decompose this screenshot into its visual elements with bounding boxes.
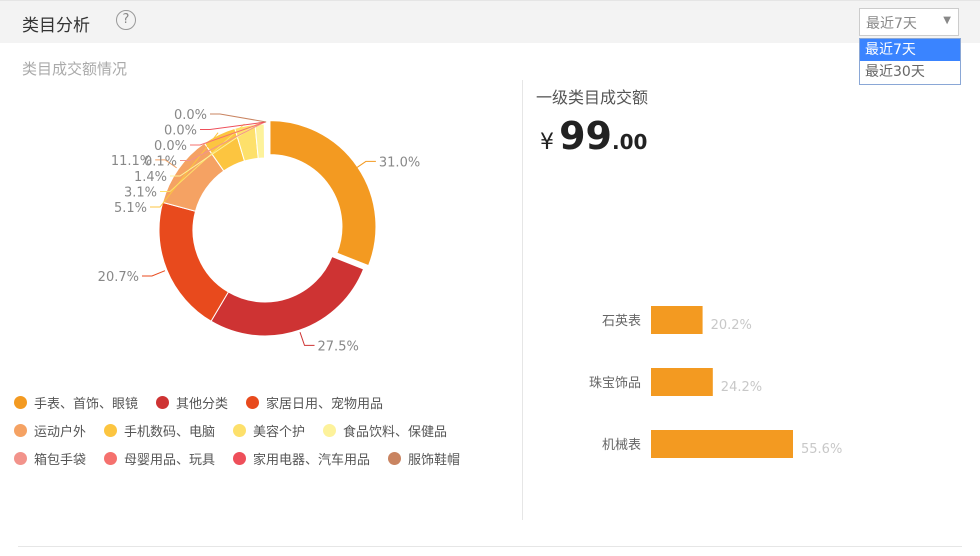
- legend-swatch: [14, 395, 27, 409]
- bar-value-label: 24.2%: [721, 380, 762, 395]
- label-leader-line: [141, 270, 166, 277]
- slice-label: 31.0%: [379, 155, 420, 170]
- legend-row: 箱包手袋 母婴用品、玩具 家用电器、汽车用品 服饰鞋帽: [14, 444, 514, 472]
- legend-swatch: [104, 423, 118, 437]
- legend-item[interactable]: 手表、首饰、眼镜: [14, 393, 138, 412]
- legend-item[interactable]: 母婴用品、玩具: [104, 449, 215, 468]
- bar-value-label: 20.2%: [711, 318, 752, 333]
- bottom-divider: [18, 546, 962, 547]
- slice-label: 5.1%: [114, 201, 147, 216]
- bar-category-label: 机械表: [602, 438, 641, 453]
- total-amount: ¥ 99.00: [540, 114, 647, 158]
- legend-item[interactable]: 服饰鞋帽: [388, 449, 460, 468]
- legend-item[interactable]: 家居日用、宠物用品: [246, 393, 383, 412]
- legend-row: 运动户外 手机数码、电脑 美容个护 食品饮料、保健品: [14, 416, 514, 444]
- legend-swatch: [246, 395, 260, 409]
- legend-label: 运动户外: [34, 424, 87, 440]
- legend-swatch: [14, 423, 27, 437]
- legend-label: 服饰鞋帽: [408, 452, 461, 468]
- donut-slice[interactable]: [210, 255, 365, 337]
- donut-legend: 手表、首饰、眼镜 其他分类 家居日用、宠物用品 运动户外 手机数码、电脑 美容个…: [14, 388, 514, 472]
- label-leader-line: [210, 113, 267, 123]
- caret-down-icon: ▼: [943, 15, 951, 26]
- section-header: 类目分析 ?: [0, 0, 980, 43]
- legend-label: 家用电器、汽车用品: [253, 452, 371, 468]
- slice-label: 3.1%: [124, 186, 157, 201]
- legend-label: 手表、首饰、眼镜: [34, 396, 139, 412]
- slice-label: 27.5%: [318, 339, 359, 354]
- donut-slice[interactable]: [265, 123, 267, 159]
- legend-item[interactable]: 食品饮料、保健品: [323, 421, 447, 440]
- total-integer: 99: [559, 114, 612, 158]
- date-range-options: 最近7天 最近30天: [859, 38, 961, 85]
- slice-label: 0.1%: [144, 155, 177, 170]
- legend-label: 箱包手袋: [34, 452, 87, 468]
- legend-swatch: [233, 423, 247, 437]
- section-title: 类目分析: [22, 16, 90, 36]
- legend-label: 手机数码、电脑: [124, 424, 216, 440]
- legend-item[interactable]: 运动户外: [14, 421, 86, 440]
- option-last-30-days[interactable]: 最近30天: [860, 61, 960, 83]
- legend-item[interactable]: 美容个护: [233, 421, 305, 440]
- legend-label: 母婴用品、玩具: [124, 452, 216, 468]
- legend-label: 其他分类: [176, 396, 229, 412]
- legend-swatch: [233, 451, 247, 465]
- bar-category-label: 珠宝饰品: [589, 376, 641, 391]
- legend-item[interactable]: 家用电器、汽车用品: [233, 449, 370, 468]
- panel-divider: [522, 80, 523, 520]
- slice-label: 0.0%: [164, 124, 197, 139]
- total-title: 一级类目成交额: [536, 88, 649, 107]
- bar-category-label: 石英表: [602, 314, 641, 329]
- donut-slice[interactable]: [158, 201, 230, 322]
- legend-item[interactable]: 其他分类: [156, 393, 228, 412]
- legend-swatch: [14, 451, 27, 465]
- legend-label: 美容个护: [253, 424, 306, 440]
- slice-label: 0.0%: [174, 108, 207, 123]
- legend-item[interactable]: 箱包手袋: [14, 449, 86, 468]
- total-decimal: .00: [611, 130, 648, 154]
- donut-slice[interactable]: [269, 120, 377, 267]
- category-bar-chart: 石英表 20.2% 珠宝饰品 24.2% 机械表 55.6%: [589, 306, 842, 458]
- bar[interactable]: [651, 430, 793, 458]
- slice-label: 0.0%: [154, 139, 187, 154]
- label-leader-line: [299, 332, 315, 346]
- legend-swatch: [156, 395, 170, 409]
- legend-label: 家居日用、宠物用品: [266, 396, 384, 412]
- date-range-select[interactable]: 最近7天 ▼: [859, 8, 959, 36]
- bar[interactable]: [651, 368, 713, 396]
- option-last-7-days[interactable]: 最近7天: [860, 39, 960, 61]
- legend-swatch: [388, 451, 402, 465]
- category-donut-chart: 31.0%27.5%20.7%11.1%5.1%3.1%1.4%0.1%0.0%…: [98, 108, 421, 354]
- date-range-value: 最近7天: [866, 16, 917, 32]
- legend-swatch: [323, 423, 337, 437]
- slice-label: 1.4%: [134, 170, 167, 185]
- legend-swatch: [104, 451, 118, 465]
- bar[interactable]: [651, 306, 703, 334]
- question-circle-icon[interactable]: ?: [116, 10, 136, 30]
- legend-label: 食品饮料、保健品: [343, 424, 448, 440]
- legend-item[interactable]: 手机数码、电脑: [104, 421, 215, 440]
- currency-symbol: ¥: [540, 130, 554, 155]
- slice-label: 20.7%: [98, 270, 139, 285]
- legend-row: 手表、首饰、眼镜 其他分类 家居日用、宠物用品: [14, 388, 514, 416]
- bar-value-label: 55.6%: [801, 442, 842, 457]
